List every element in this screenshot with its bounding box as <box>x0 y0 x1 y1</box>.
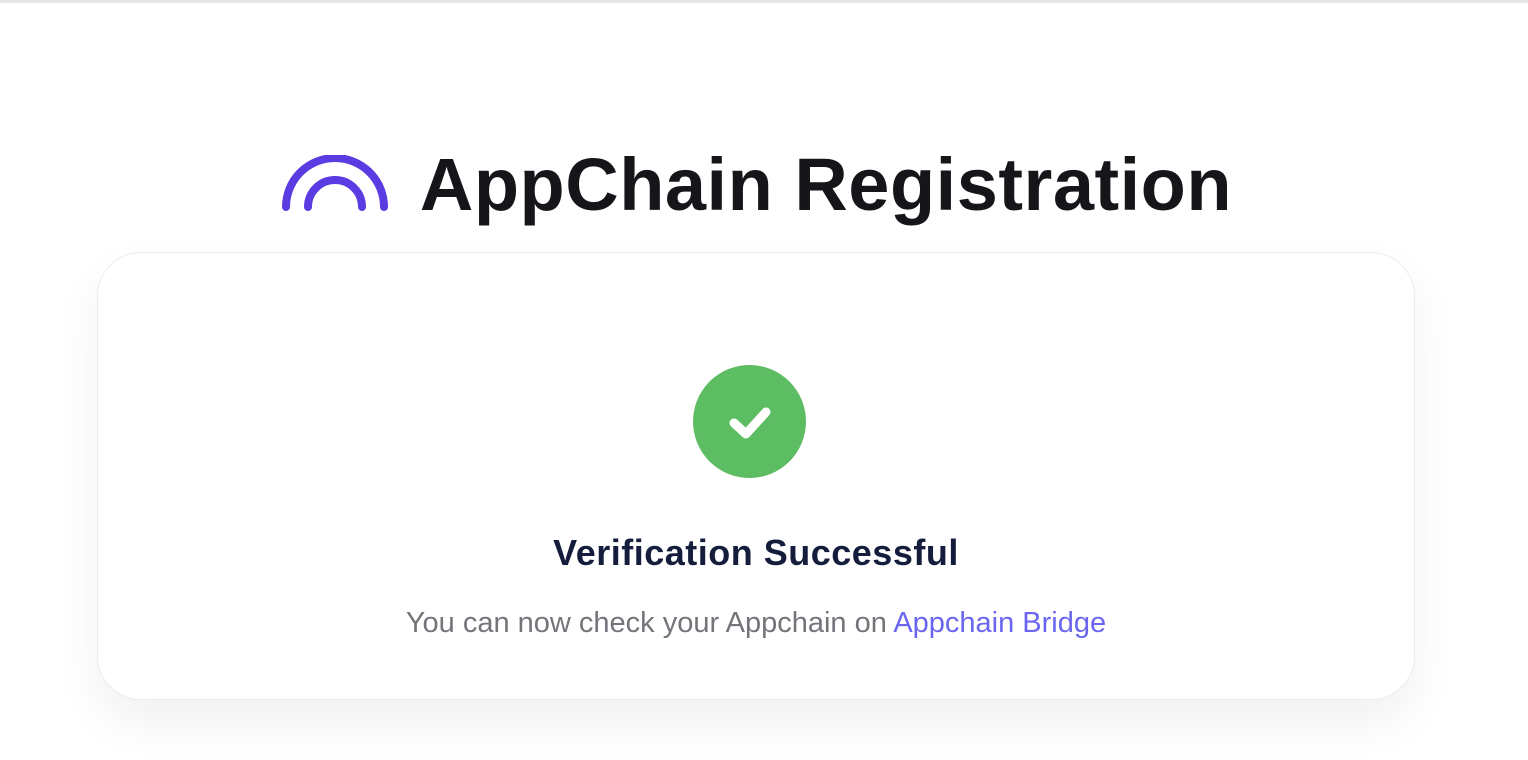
top-divider <box>0 0 1528 3</box>
page-title: AppChain Registration <box>419 143 1233 226</box>
verification-card: Verification Successful You can now chec… <box>97 252 1415 700</box>
appchain-bridge-link[interactable]: Appchain Bridge <box>893 607 1106 639</box>
arc-logo-icon <box>281 155 388 211</box>
status-title: Verification Successful <box>553 532 959 573</box>
page-header: AppChain Registration <box>0 140 1528 230</box>
check-circle-icon <box>693 365 806 478</box>
status-message: You can now check your Appchain on Appch… <box>98 609 1414 638</box>
checkmark-icon <box>729 407 770 438</box>
status-message-text: You can now check your Appchain on <box>405 607 894 639</box>
